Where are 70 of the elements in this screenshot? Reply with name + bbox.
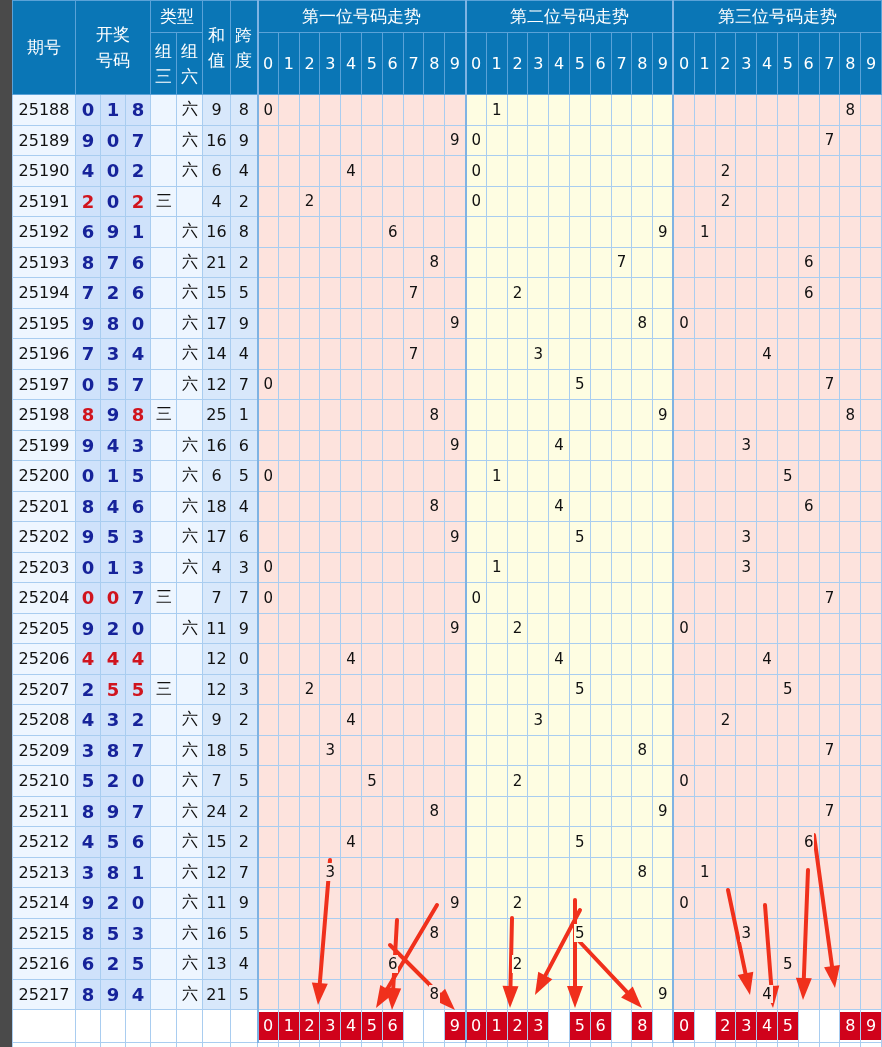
column-header: 0: [673, 32, 695, 95]
table-cell: 25189: [12, 125, 76, 156]
column-header: 和值: [202, 0, 231, 95]
tally-mark: 6: [591, 1011, 611, 1040]
tally-mark: 4: [757, 1011, 777, 1040]
column-header: 第二位号码走势: [465, 0, 674, 33]
table-cell: 25213: [12, 857, 76, 888]
table-cell: 25200: [12, 460, 76, 491]
table-cell: 8: [428, 985, 441, 1004]
table-cell: 25210: [12, 765, 76, 796]
table-cell: 25196: [12, 338, 76, 369]
tally-mark: 3: [528, 1011, 548, 1040]
table-cell: 25215: [12, 918, 76, 949]
table-cell: 25207: [12, 674, 76, 705]
column-header: 0: [465, 32, 487, 95]
column-header: 第三位号码走势: [673, 0, 882, 33]
column-header: 0: [257, 32, 279, 95]
tally-mark: 3: [736, 1011, 756, 1040]
table-cell: 25217: [12, 979, 76, 1010]
tally-mark: 5: [362, 1011, 382, 1040]
tally-mark: 0: [675, 1011, 694, 1040]
tally-mark: 9: [445, 1011, 465, 1040]
column-header: 期号: [12, 0, 76, 95]
tally-mark: 1: [279, 1011, 299, 1040]
tally-mark: 0: [467, 1011, 486, 1040]
table-cell: 25191: [12, 186, 76, 217]
table-cell: 25198: [12, 399, 76, 430]
table-cell: 25212: [12, 826, 76, 857]
column-header: 第一位号码走势: [257, 0, 466, 33]
table-cell: 25188: [12, 94, 76, 125]
table-cell: 25214: [12, 887, 76, 918]
table-cell: 25206: [12, 643, 76, 674]
column-header: 开奖号码: [75, 0, 151, 95]
tally-mark: 8: [632, 1011, 652, 1040]
table-cell: 25197: [12, 369, 76, 400]
tally-mark: 8: [840, 1011, 860, 1040]
column-header: 跨度: [230, 0, 258, 95]
table-cell: 25205: [12, 613, 76, 644]
table-cell: 25216: [12, 948, 76, 979]
table-cell: 25208: [12, 704, 76, 735]
table-cell: 25211: [12, 796, 76, 827]
table-cell: 25190: [12, 155, 76, 186]
table-cell: 3: [324, 863, 337, 882]
table-cell: 6: [386, 954, 399, 973]
table-cell: 3: [740, 924, 753, 943]
tally-mark: 5: [570, 1011, 590, 1040]
tally-mark: 2: [300, 1011, 319, 1040]
table-cell: 25199: [12, 430, 76, 461]
tally-mark: 4: [341, 1011, 361, 1040]
table-cell: 4: [761, 985, 773, 1004]
table-cell: 25202: [12, 521, 76, 552]
table-cell: 25195: [12, 308, 76, 339]
tally-mark: 0: [259, 1011, 278, 1040]
tally-mark: 3: [320, 1011, 340, 1040]
table-cell: 25209: [12, 735, 76, 766]
column-header: 类型: [150, 0, 203, 33]
table-cell: 25201: [12, 491, 76, 522]
tally-mark: 1: [487, 1011, 507, 1040]
table-cell: 25192: [12, 216, 76, 247]
table-cell: 25203: [12, 552, 76, 583]
table-cell: 25204: [12, 582, 76, 613]
table-cell: 6: [802, 832, 815, 851]
tally-mark: 2: [716, 1011, 735, 1040]
tally-mark: 2: [508, 1011, 527, 1040]
tally-mark: 9: [861, 1011, 881, 1040]
tally-mark: 6: [383, 1011, 403, 1040]
table-cell: 5: [574, 924, 586, 943]
table-cell: 25193: [12, 247, 76, 278]
table-cell: 25194: [12, 277, 76, 308]
tally-mark: 5: [778, 1011, 798, 1040]
